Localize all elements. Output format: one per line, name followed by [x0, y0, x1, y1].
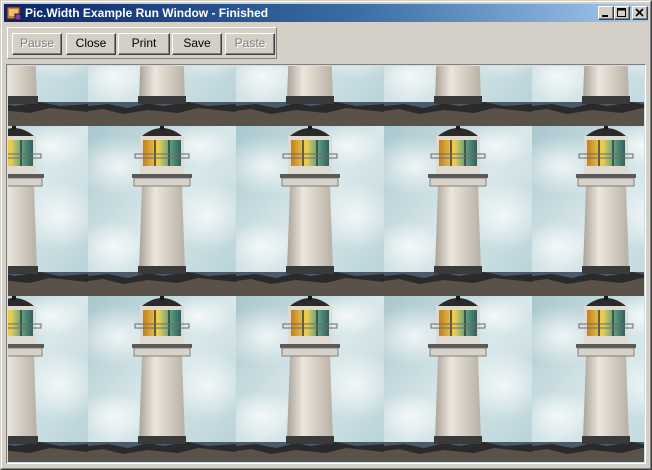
window-title: Pic.Width Example Run Window - Finished — [25, 6, 269, 20]
lighthouse-tile — [8, 126, 88, 296]
lighthouse-tile — [236, 66, 384, 126]
run-window: Pic.Width Example Run Window - Finished … — [0, 0, 652, 470]
maximize-icon — [617, 8, 626, 17]
paste-button[interactable]: Paste — [225, 33, 275, 55]
lighthouse-tile — [88, 296, 236, 462]
toolbar: Pause Close Print Save Paste — [7, 27, 277, 59]
save-button[interactable]: Save — [172, 33, 222, 55]
lighthouse-tile — [88, 126, 236, 296]
picture-canvas — [6, 64, 646, 464]
close-button[interactable]: Close — [66, 33, 116, 55]
tiled-picture — [8, 66, 644, 462]
lighthouse-tile — [532, 296, 644, 462]
lighthouse-tile — [384, 66, 532, 126]
lighthouse-tile — [8, 66, 88, 126]
title-bar[interactable]: Pic.Width Example Run Window - Finished — [4, 4, 648, 22]
lighthouse-tile — [384, 126, 532, 296]
lighthouse-tile — [236, 296, 384, 462]
minimize-button[interactable] — [598, 6, 614, 20]
close-icon — [635, 8, 644, 17]
lighthouse-tile — [236, 126, 384, 296]
lighthouse-tile — [88, 66, 236, 126]
close-window-button[interactable] — [632, 6, 648, 20]
pause-button[interactable]: Pause — [12, 33, 62, 55]
minimize-icon — [602, 15, 608, 17]
run-window-icon — [6, 6, 22, 21]
lighthouse-tile — [532, 126, 644, 296]
print-button[interactable]: Print — [118, 33, 170, 55]
lighthouse-tile — [532, 66, 644, 126]
maximize-button[interactable] — [614, 6, 630, 20]
lighthouse-tile — [384, 296, 532, 462]
lighthouse-tile — [8, 296, 88, 462]
